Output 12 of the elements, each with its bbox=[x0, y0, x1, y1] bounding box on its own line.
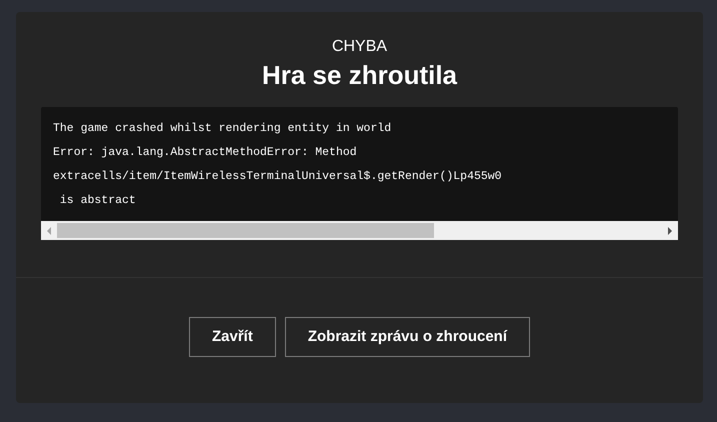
log-line: Error: java.lang.AbstractMethodError: Method bbox=[53, 145, 358, 161]
log-line: extracells/item/ItemWirelessTerminalUniversal$.getRender()Lp455w0 bbox=[53, 169, 503, 185]
scroll-left-icon[interactable] bbox=[45, 226, 53, 236]
horizontal-scrollbar[interactable] bbox=[41, 221, 678, 240]
scroll-right-icon[interactable] bbox=[666, 226, 674, 236]
scrollbar-thumb[interactable] bbox=[57, 223, 434, 238]
show-report-button[interactable]: Zobrazit zprávu o zhroucení bbox=[284, 317, 530, 357]
dialog-title: Hra se zhroutila bbox=[262, 59, 458, 92]
log-line: is abstract bbox=[58, 193, 137, 209]
close-button[interactable]: Zavřít bbox=[188, 317, 276, 357]
dialog-label: CHYBA bbox=[332, 37, 388, 57]
log-line: The game crashed whilst rendering entity in world bbox=[53, 121, 392, 137]
